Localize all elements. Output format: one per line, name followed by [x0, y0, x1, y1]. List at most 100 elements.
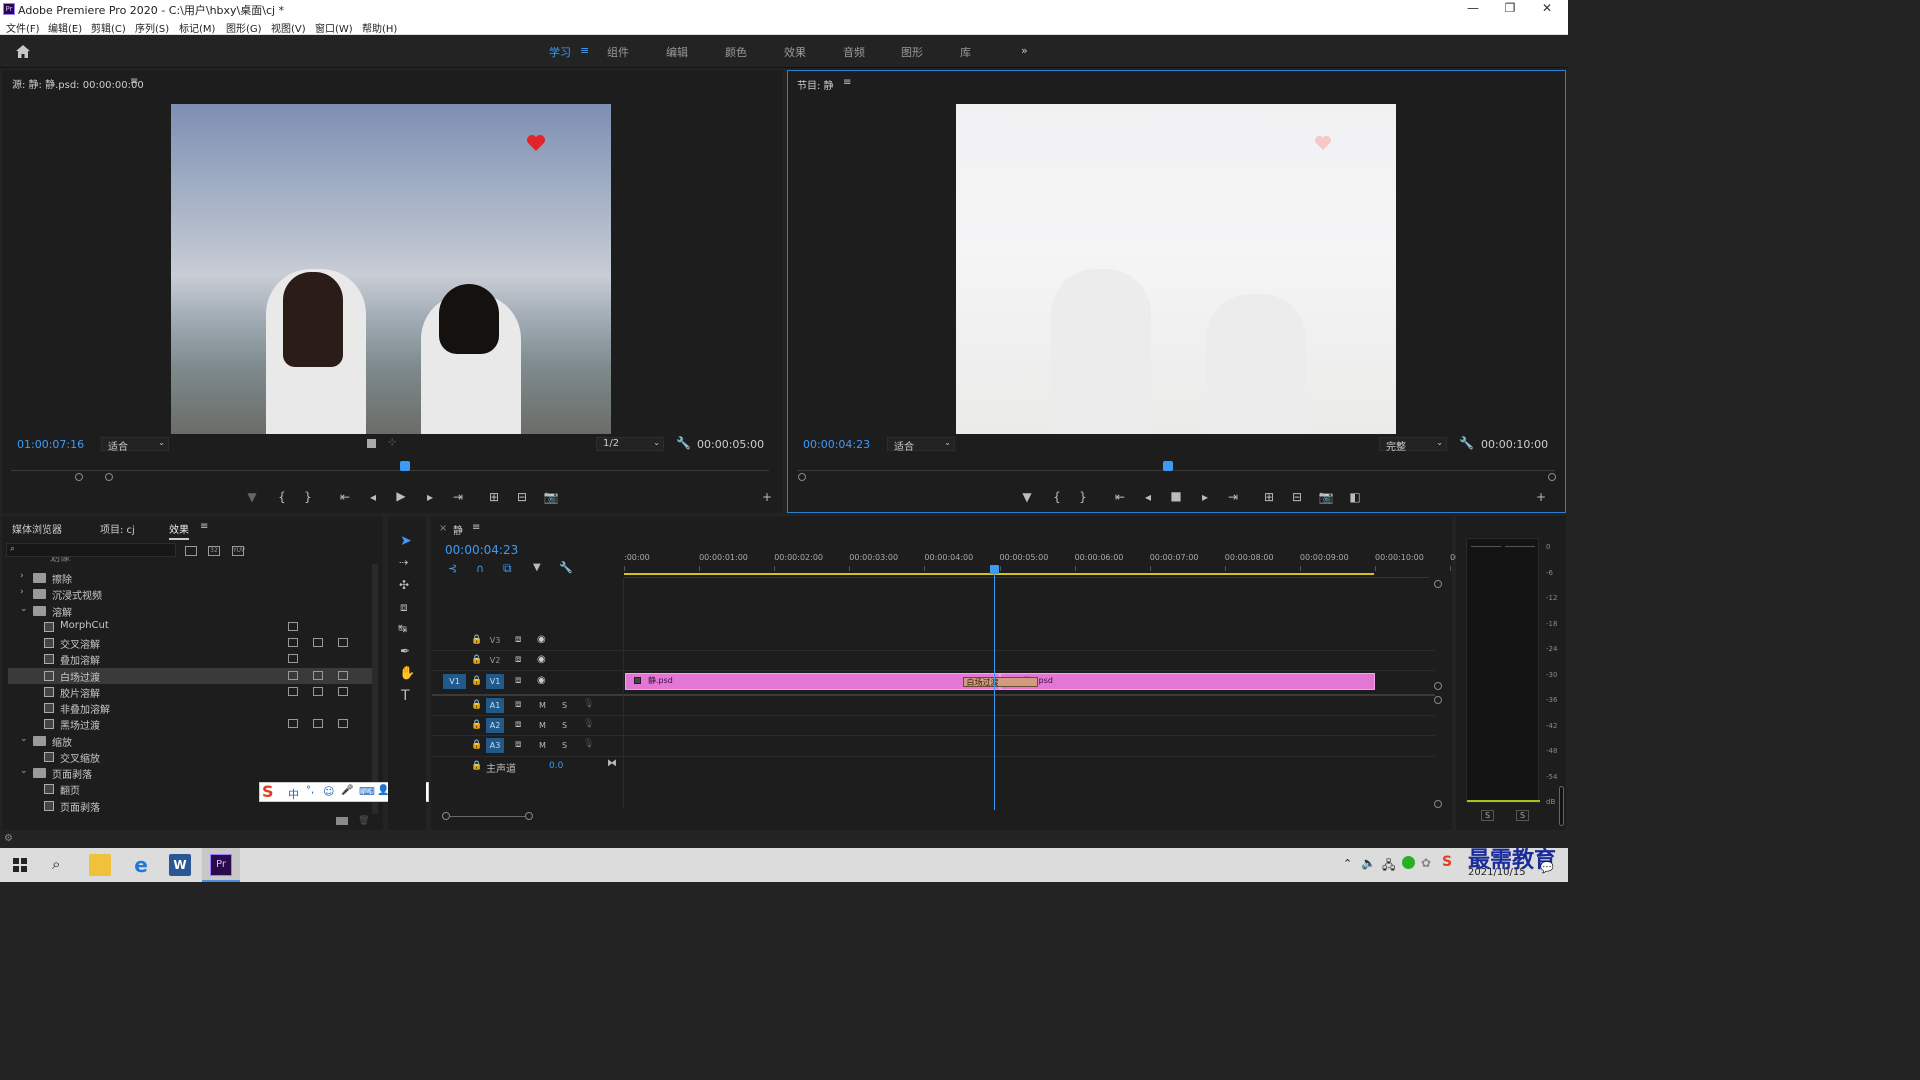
menu-graphics[interactable]: 图形(G)	[226, 20, 262, 35]
menu-help[interactable]: 帮助(H)	[362, 20, 397, 35]
timeline-vertical-scroll-handle[interactable]	[1434, 682, 1442, 690]
effects-scrollbar[interactable]	[372, 564, 378, 814]
scroll-handle-left[interactable]	[442, 812, 450, 820]
mute-button[interactable]: M	[539, 741, 546, 750]
effect-item[interactable]: 黑场过渡	[8, 716, 372, 732]
source-fit-dropdown[interactable]: 适合 ⌄	[101, 437, 169, 453]
lock-icon[interactable]: 🔒	[471, 635, 482, 645]
program-video-frame[interactable]	[956, 104, 1396, 434]
timeline-vertical-scroll-handle[interactable]	[1434, 800, 1442, 808]
timeline-clip[interactable]: 静2.psd	[1000, 673, 1375, 690]
nest-toggle-icon[interactable]: ⊰	[448, 562, 457, 575]
insert-icon[interactable]: ⊞	[485, 490, 503, 504]
menu-edit[interactable]: 编辑(E)	[48, 20, 82, 35]
workspace-effects[interactable]: 效果	[784, 44, 806, 60]
track-a3-label[interactable]: A3	[486, 738, 504, 753]
lock-icon[interactable]: 🔒	[471, 720, 482, 730]
extract-icon[interactable]: ⊟	[1288, 490, 1306, 504]
master-go-to-end-icon[interactable]: ⧓	[607, 758, 617, 769]
eye-icon[interactable]: ◉	[537, 634, 546, 645]
timeline-playhead[interactable]	[990, 565, 999, 574]
ripple-edit-tool-icon[interactable]: ✣	[399, 578, 409, 592]
camera-icon[interactable]: 📷	[1317, 490, 1335, 504]
go-to-in-icon[interactable]: ⇤	[336, 490, 354, 504]
effects-search-input[interactable]: ⌕	[6, 543, 176, 557]
lock-icon[interactable]: 🔒	[471, 655, 482, 665]
lock-icon[interactable]: 🔒	[471, 761, 482, 771]
timeline-clip[interactable]: 静.psd	[625, 673, 1000, 690]
mark-in-icon[interactable]: {	[273, 490, 291, 504]
hand-tool-icon[interactable]: ✋	[399, 666, 415, 681]
go-to-out-icon[interactable]: ⇥	[1224, 490, 1242, 504]
program-panel-menu-icon[interactable]: ≡	[843, 77, 851, 88]
notification-icon[interactable]: 💬	[1540, 861, 1554, 874]
trash-icon[interactable]: 🗑	[358, 816, 369, 826]
word-icon[interactable]: W	[169, 854, 191, 876]
go-to-out-icon[interactable]: ⇥	[449, 490, 467, 504]
source-patch-v1[interactable]: V1	[443, 674, 466, 689]
workspace-graphics[interactable]: 图形	[901, 44, 923, 60]
pen-tool-icon[interactable]: ✒	[400, 644, 410, 658]
meter-solo-right[interactable]: S	[1516, 810, 1530, 821]
network-icon[interactable]: 🖧	[1382, 856, 1395, 877]
scroll-handle-right[interactable]	[525, 812, 533, 820]
scroll-handle-right[interactable]	[1548, 473, 1556, 481]
menu-view[interactable]: 视图(V)	[271, 20, 306, 35]
step-back-icon[interactable]: ◂	[1139, 490, 1157, 504]
chevron-right-icon[interactable]: ›	[20, 571, 24, 581]
ime-punctuation[interactable]: °,	[306, 785, 314, 796]
ime-voice[interactable]: 🎤	[341, 785, 353, 796]
camera-icon[interactable]: 📷	[542, 490, 560, 504]
type-tool-icon[interactable]: T	[401, 688, 410, 704]
solo-button[interactable]: S	[562, 701, 567, 710]
source-insert-icon[interactable]: ⊹	[388, 437, 396, 448]
timeline-panel-menu-icon[interactable]: ≡	[472, 522, 480, 533]
source-monitor-title[interactable]: 源: 静: 静.psd: 00:00:00:00	[12, 76, 144, 91]
mute-button[interactable]: M	[539, 701, 546, 710]
workspace-editing[interactable]: 编辑	[666, 44, 688, 60]
overwrite-icon[interactable]: ⊟	[513, 490, 531, 504]
track-v1-label[interactable]: V1	[486, 674, 504, 689]
play-icon[interactable]: ▶	[392, 489, 410, 503]
step-back-icon[interactable]: ◂	[364, 490, 382, 504]
workspace-assembly[interactable]: 组件	[607, 44, 629, 60]
track-v2-label[interactable]: V2	[486, 653, 504, 668]
track-a1-label[interactable]: A1	[486, 698, 504, 713]
chevron-down-icon[interactable]: ⌄	[20, 604, 28, 614]
add-marker-icon[interactable]: ▼	[533, 562, 541, 573]
work-area-bar[interactable]	[624, 573, 1374, 575]
workspace-libraries[interactable]: 库	[960, 44, 971, 60]
windows-start-icon[interactable]	[13, 858, 27, 872]
program-timecode[interactable]: 00:00:04:23	[803, 438, 870, 451]
timeline-vertical-scroll-handle[interactable]	[1434, 696, 1442, 704]
sync-lock-icon[interactable]: ⧈	[515, 654, 521, 665]
step-forward-icon[interactable]: ▸	[421, 490, 439, 504]
lock-icon[interactable]: 🔒	[471, 676, 482, 686]
program-fit-dropdown[interactable]: 适合 ⌄	[887, 437, 955, 453]
ime-chinese-mode[interactable]: 中	[288, 786, 299, 802]
effect-item[interactable]: MorphCut	[8, 619, 372, 635]
sogou-tray-icon[interactable]: S	[1442, 854, 1452, 870]
new-bin-icon[interactable]	[336, 817, 348, 825]
timeline-settings-icon[interactable]: 🔧	[559, 561, 573, 574]
workspace-color[interactable]: 颜色	[725, 44, 747, 60]
source-ruler[interactable]	[11, 470, 769, 471]
razor-tool-icon[interactable]: ⧈	[400, 600, 408, 615]
program-zoom-scrollbar[interactable]	[798, 473, 1556, 481]
sync-lock-icon[interactable]: ⧈	[515, 699, 521, 710]
source-timecode[interactable]: 01:00:07:16	[17, 438, 84, 451]
workspace-overflow-icon[interactable]: »	[1021, 44, 1028, 57]
timeline-horizontal-scrollbar[interactable]	[442, 812, 1435, 820]
file-explorer-icon[interactable]	[89, 854, 111, 876]
status-info-icon[interactable]: ⚙	[4, 833, 13, 844]
snap-icon[interactable]: ∩	[476, 562, 484, 575]
workspace-menu-icon[interactable]: ≡	[580, 44, 589, 57]
timeline-timecode[interactable]: 00:00:04:23	[445, 543, 518, 557]
minimize-button[interactable]: —	[1458, 1, 1488, 17]
timeline-transition[interactable]: 白场过渡	[962, 677, 1038, 687]
mark-out-icon[interactable]: }	[299, 490, 317, 504]
tray-app-grey-icon[interactable]: ✿	[1421, 856, 1431, 870]
effect-item[interactable]: 交叉溶解	[8, 635, 372, 651]
solo-button[interactable]: S	[562, 721, 567, 730]
tab-project[interactable]: 项目: cj	[100, 521, 135, 536]
